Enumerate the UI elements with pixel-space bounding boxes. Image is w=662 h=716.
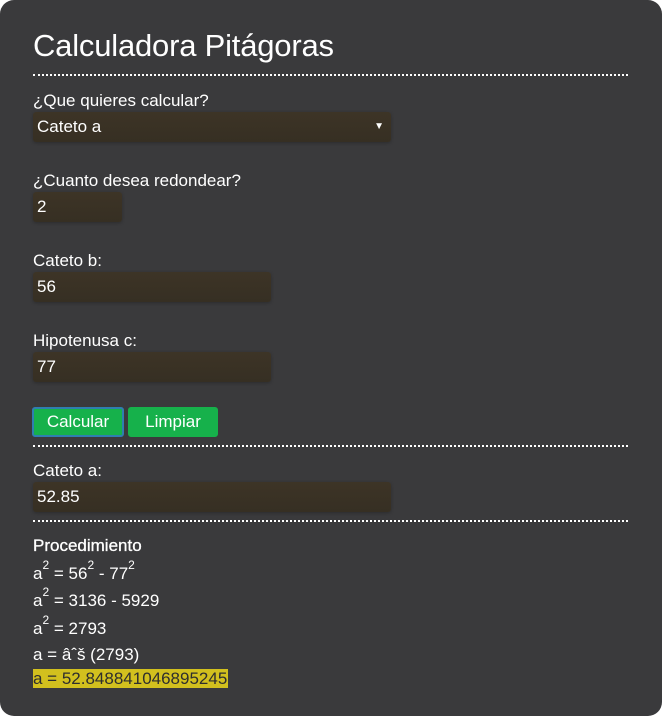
final-result-highlight: a = 52.848841046895245: [33, 669, 229, 688]
title-divider: [33, 74, 628, 76]
procedure-step-1: a2 = 562 - 772: [33, 558, 135, 583]
clear-button[interactable]: Limpiar: [128, 407, 218, 437]
result-output[interactable]: [33, 482, 391, 512]
chevron-down-icon: ▼: [374, 121, 384, 132]
procedure-step-5: a = 52.848841046895245: [33, 669, 229, 689]
cateto-b-label: Cateto b:: [33, 251, 102, 270]
hipotenusa-label: Hipotenusa c:: [33, 331, 137, 350]
rounding-input[interactable]: [33, 192, 122, 222]
procedure-step-4: a = âˆš (2793): [33, 645, 140, 664]
procedure-step-2: a2 = 3136 - 5929: [33, 585, 160, 610]
calc-type-select[interactable]: Cateto a ▼: [33, 112, 391, 142]
result-divider: [33, 520, 628, 522]
calc-type-selected-value: Cateto a: [37, 117, 102, 136]
buttons-divider: [33, 445, 628, 447]
rounding-label: ¿Cuanto desea redondear?: [33, 171, 241, 190]
result-label: Cateto a:: [33, 461, 102, 480]
calculate-button[interactable]: Calcular: [32, 407, 124, 437]
calculator-panel: Calculadora Pitágoras ¿Que quieres calcu…: [0, 0, 662, 716]
page-title: Calculadora Pitágoras: [33, 28, 334, 63]
calc-type-label: ¿Que quieres calcular?: [33, 91, 209, 110]
procedure-step-3: a2 = 2793: [33, 613, 107, 638]
hipotenusa-input[interactable]: [33, 352, 271, 382]
cateto-b-input[interactable]: [33, 272, 271, 302]
procedure-title: Procedimiento: [33, 536, 142, 555]
